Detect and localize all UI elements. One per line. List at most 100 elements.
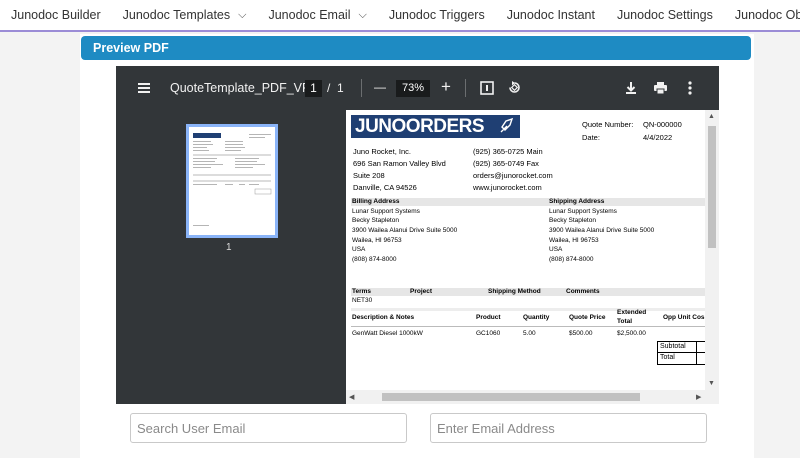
nav-tab-object-settings[interactable]: Junodoc Object Settings [724,0,800,30]
page-separator: / [327,81,331,95]
page-thumbnail[interactable] [186,124,278,238]
total-label: Total [660,354,675,361]
contact-line: (925) 365-0725 Main [473,147,543,156]
nav-tab-label: Junodoc Builder [11,8,101,22]
totals-divider [658,352,705,353]
line-cell: GC1060 [476,330,501,337]
zoom-in-icon[interactable]: + [441,77,451,97]
terms-header: Comments [566,288,600,295]
line-cell: GenWatt Diesel 1000kW [352,330,423,337]
line-header: Total [617,318,633,325]
terms-header: Project [410,288,433,295]
download-icon[interactable] [624,81,638,95]
billing-line: USA [352,246,366,253]
line-header: Extended [617,309,647,316]
subtotal-label: Subtotal [660,343,686,350]
more-options-icon[interactable] [688,81,692,95]
menu-icon[interactable] [138,83,150,93]
line-header: Product [476,314,501,321]
quote-number-value: QN-000000 [643,120,682,129]
scroll-up-icon[interactable]: ▲ [708,113,715,120]
shipping-line: USA [549,246,563,253]
line-cell: $500.00 [569,330,593,337]
shipping-line: Becky Stapleton [549,217,596,224]
page-total: 1 [337,81,344,95]
print-icon[interactable] [653,81,668,95]
toolbar-divider [361,79,362,97]
line-header: Opp Unit Cos [663,314,705,321]
contact-line: orders@junorocket.com [473,171,553,180]
document-area: JUNOORDERS Quote Number: QN-000000 Date:… [346,110,719,404]
email-address-input[interactable] [430,413,707,443]
chevron-down-icon[interactable]: ⌵ [358,9,366,22]
billing-line: Wailea, HI 96753 [352,237,402,244]
nav-tab-label: Junodoc Object Settings [734,8,800,22]
company-line: Juno Rocket, Inc. [353,147,411,156]
thumbnail-preview [193,133,272,226]
shipping-title: Shipping Address [549,198,605,205]
company-line: Danville, CA 94526 [353,183,417,192]
line-header-rule [351,326,705,327]
shipping-line: (808) 874-8000 [549,256,594,263]
company-logo: JUNOORDERS [351,115,520,138]
contact-line: (925) 365-0749 Fax [473,159,539,168]
scroll-down-icon[interactable]: ▼ [708,380,715,387]
scroll-right-icon[interactable]: ▶ [696,393,701,401]
rocket-icon [500,117,514,133]
nav-tab-templates[interactable]: Junodoc Templates ⌵ [112,0,258,30]
line-header-top-bar [351,308,705,311]
thumbnail-page-number: 1 [226,242,232,253]
top-navigation: Junodoc Builder Junodoc Templates ⌵ Junod… [0,0,800,32]
billing-line: Lunar Support Systems [352,208,420,215]
zoom-out-icon[interactable]: — [374,80,386,94]
date-label: Date: [582,133,600,142]
totals-box: Subtotal Total [657,341,705,365]
rotate-icon[interactable] [507,80,522,95]
pdf-toolbar: QuoteTemplate_PDF_VF 1 / 1 — 73% + [116,66,719,110]
billing-line: (808) 874-8000 [352,256,397,263]
line-header: Description & Notes [352,314,415,321]
billing-title: Billing Address [352,198,400,205]
nav-tab-label: Junodoc Settings [616,8,713,22]
terms-header: Shipping Method [488,288,541,295]
horizontal-scroll-thumb[interactable] [382,393,640,401]
vertical-scroll-thumb[interactable] [708,126,716,248]
pdf-viewer: QuoteTemplate_PDF_VF 1 / 1 — 73% + 1 JUN… [116,66,719,404]
shipping-line: Lunar Support Systems [549,208,617,215]
nav-tab-label: Junodoc Email [268,8,351,22]
shipping-line: 3900 Wailea Alanui Drive Suite 5000 [549,227,655,234]
company-line: Suite 208 [353,171,385,180]
line-header: Quantity [523,314,550,321]
zoom-level-input[interactable]: 73% [396,80,430,97]
nav-tab-label: Junodoc Triggers [388,8,485,22]
billing-line: 3900 Wailea Alanui Drive Suite 5000 [352,227,458,234]
pdf-filename: QuoteTemplate_PDF_VF [170,81,310,95]
nav-tab-triggers[interactable]: Junodoc Triggers [378,0,496,30]
card-header: Preview PDF [81,36,751,60]
line-cell: 5.00 [523,330,536,337]
nav-tab-instant[interactable]: Junodoc Instant [496,0,606,30]
pdf-page: JUNOORDERS Quote Number: QN-000000 Date:… [346,110,705,390]
shipping-line: Wailea, HI 96753 [549,237,599,244]
chevron-down-icon[interactable]: ⌵ [238,9,246,22]
nav-tab-label: Junodoc Instant [506,8,595,22]
search-user-email-input[interactable] [130,413,407,443]
thumbnail-sidebar: 1 [116,110,346,404]
left-gutter [0,32,80,458]
fit-page-icon[interactable] [480,81,494,95]
address-header-bar [351,198,705,206]
contact-line: www.junorocket.com [473,183,542,192]
billing-line: Becky Stapleton [352,217,399,224]
date-value: 4/4/2022 [643,133,673,142]
page-number-input[interactable]: 1 [305,80,322,97]
line-cell: $2,500.00 [617,330,646,337]
nav-tab-email[interactable]: Junodoc Email ⌵ [257,0,377,30]
quote-number-label: Quote Number: [582,120,634,129]
scroll-left-icon[interactable]: ◀ [349,393,354,401]
line-header: Quote Price [569,314,606,321]
nav-tab-settings[interactable]: Junodoc Settings [606,0,724,30]
nav-tab-label: Junodoc Templates [122,8,231,22]
nav-tab-builder[interactable]: Junodoc Builder [0,0,112,30]
terms-header: Terms [352,288,372,295]
toolbar-divider [465,79,466,97]
